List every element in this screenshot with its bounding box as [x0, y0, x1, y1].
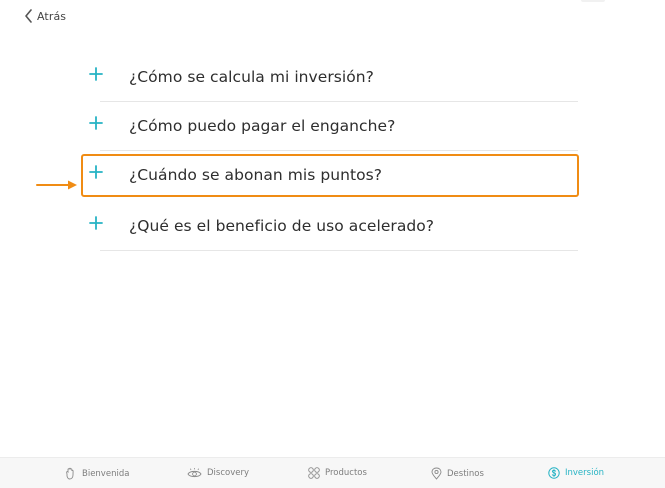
hand-wave-icon [66, 467, 74, 480]
faq-question: ¿Cómo se calcula mi inversión? [129, 68, 374, 86]
faq-question: ¿Qué es el beneficio de uso acelerado? [129, 217, 435, 235]
faq-question: ¿Cómo puedo pagar el enganche? [129, 117, 396, 135]
divider [100, 250, 578, 251]
faq-list: ¿Cómo se calcula mi inversión? ¿Cómo pue… [81, 53, 579, 251]
tab-productos[interactable]: Productos [308, 467, 367, 479]
plus-icon[interactable] [89, 165, 103, 179]
tab-label: Bienvenida [82, 468, 130, 479]
faq-item-abonan-puntos[interactable]: ¿Cuándo se abonan mis puntos? [81, 154, 579, 197]
bottom-tab-bar: Bienvenida Discovery Productos Destinos [0, 457, 665, 488]
top-bar: Atrás [0, 0, 665, 36]
plus-icon[interactable] [89, 116, 103, 130]
tab-label: Inversión [565, 468, 605, 478]
tab-label: Productos [325, 468, 367, 478]
tab-label: Discovery [207, 468, 249, 478]
tab-discovery[interactable]: Discovery [187, 467, 249, 479]
divider [100, 150, 578, 151]
map-pin-icon [431, 467, 442, 480]
grid-icon [308, 467, 320, 479]
plus-icon[interactable] [89, 67, 103, 81]
faq-item-uso-acelerado[interactable]: ¿Qué es el beneficio de uso acelerado? [82, 202, 578, 251]
tab-label: Destinos [447, 468, 484, 479]
eye-icon [187, 468, 202, 478]
tab-destinos[interactable]: Destinos [431, 467, 484, 480]
tab-bienvenida[interactable]: Bienvenida [64, 467, 129, 480]
top-edge-mark [581, 0, 605, 2]
faq-question: ¿Cuándo se abonan mis puntos? [129, 166, 383, 184]
tab-inversion[interactable]: Inversión [548, 467, 604, 479]
pointer-arrow-icon [36, 180, 77, 190]
back-label: Atrás [37, 9, 67, 23]
plus-icon[interactable] [89, 216, 103, 230]
dollar-circle-icon [548, 467, 560, 479]
faq-item-pagar-enganche[interactable]: ¿Cómo puedo pagar el enganche? [82, 102, 578, 151]
faq-item-calcula-inversion[interactable]: ¿Cómo se calcula mi inversión? [82, 53, 578, 102]
chevron-left-icon [25, 9, 32, 23]
back-button[interactable]: Atrás [24, 9, 66, 23]
